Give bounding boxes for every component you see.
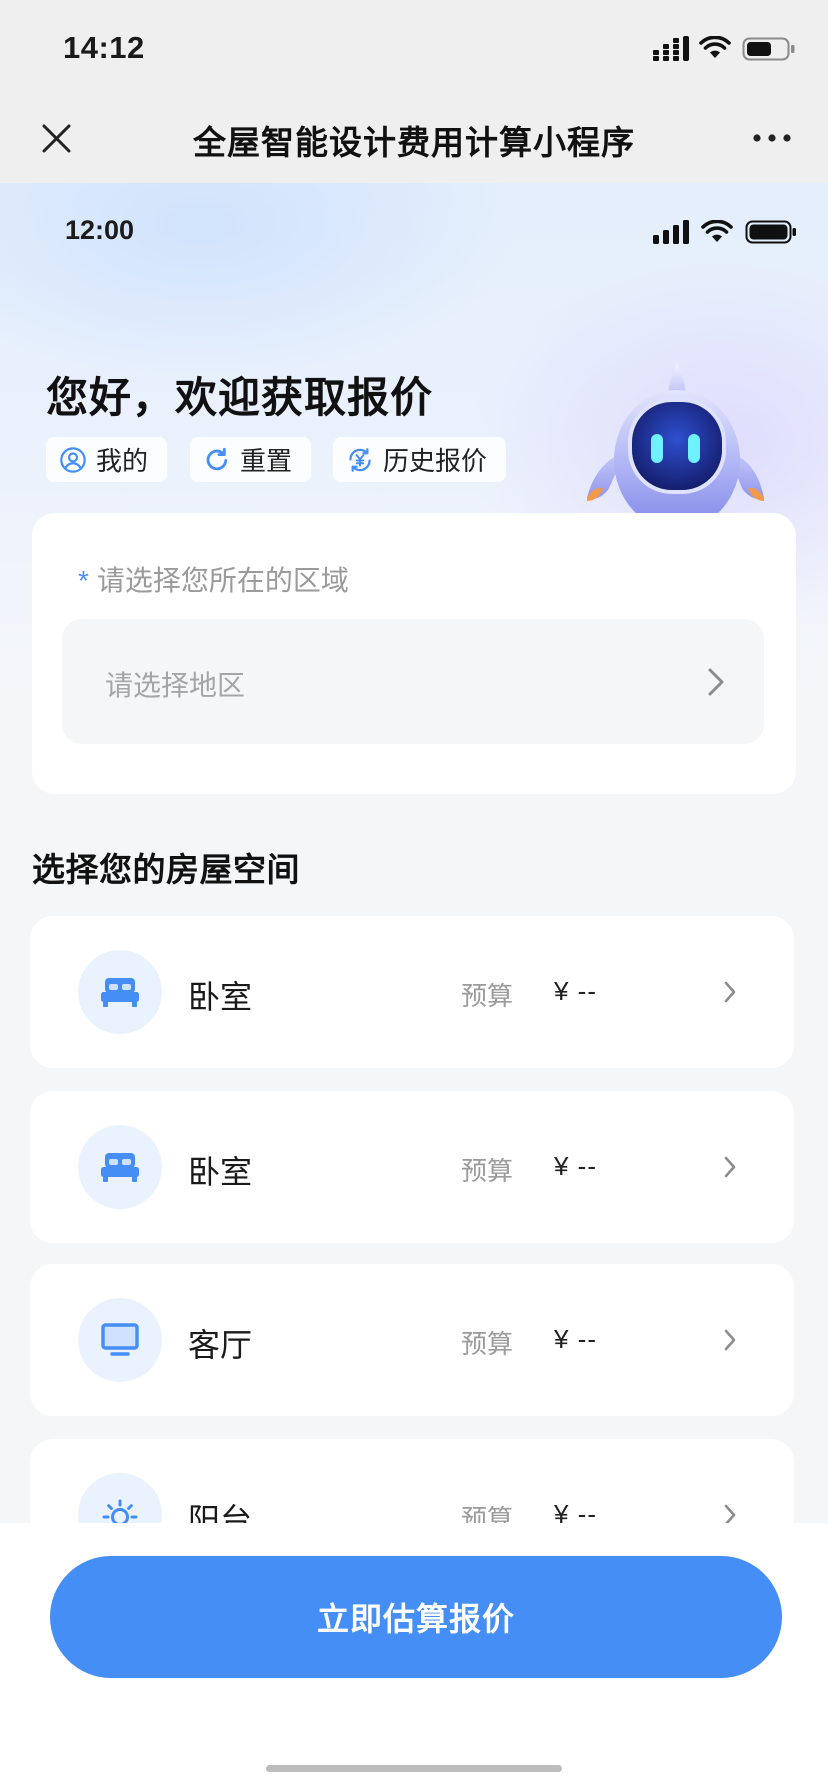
room-name: 客厅 bbox=[188, 1327, 253, 1363]
robot-mascot-icon bbox=[587, 363, 764, 520]
region-card: * 请选择您所在的区域 请选择地区 bbox=[32, 513, 796, 794]
region-select-placeholder: 请选择地区 bbox=[105, 670, 246, 701]
room-budget-value: ¥ -- bbox=[554, 1324, 597, 1354]
greeting-heading: 您好，欢迎获取报价 bbox=[46, 374, 434, 421]
chevron-right-icon bbox=[724, 981, 736, 1003]
room-icon-circle bbox=[78, 1298, 162, 1382]
system-status-bar: 14:12 bbox=[0, 0, 828, 91]
user-icon bbox=[60, 446, 86, 473]
region-select[interactable]: 请选择地区 bbox=[62, 619, 764, 744]
app-battery-icon bbox=[745, 220, 796, 244]
estimate-quote-button[interactable]: 立即估算报价 bbox=[50, 1556, 782, 1678]
my-button-label: 我的 bbox=[96, 446, 149, 476]
room-budget-label: 预算 bbox=[461, 981, 514, 1011]
price-history-button[interactable]: 历史报价 bbox=[333, 437, 506, 482]
room-budget-label: 预算 bbox=[461, 1156, 514, 1186]
refresh-icon bbox=[206, 447, 228, 470]
page-title: 全屋智能设计费用计算小程序 bbox=[193, 124, 635, 161]
status-time: 14:12 bbox=[63, 30, 145, 65]
room-name: 卧室 bbox=[188, 1154, 253, 1190]
room-icon-circle bbox=[78, 1125, 162, 1209]
app-wifi-icon bbox=[701, 220, 733, 242]
bottom-action-bar: 立即估算报价 bbox=[0, 1523, 828, 1792]
chevron-right-icon bbox=[708, 668, 724, 696]
chevron-right-icon bbox=[724, 1156, 736, 1178]
my-button[interactable]: 我的 bbox=[46, 437, 167, 482]
region-label: * 请选择您所在的区域 bbox=[78, 559, 349, 599]
mini-program-nav-bar: 全屋智能设计费用计算小程序 bbox=[0, 91, 828, 183]
reset-button-label: 重置 bbox=[240, 446, 293, 476]
spaces-section-title: 选择您的房屋空间 bbox=[32, 851, 300, 888]
room-icon-circle bbox=[78, 950, 162, 1034]
app-cellular-signal-icon bbox=[653, 220, 689, 244]
room-item-bedroom-1[interactable]: 卧室 预算 ¥ -- bbox=[30, 916, 794, 1068]
room-item-living-room[interactable]: 客厅 预算 ¥ -- bbox=[30, 1264, 794, 1416]
reset-button[interactable]: 重置 bbox=[190, 437, 311, 482]
room-budget-label: 预算 bbox=[461, 1329, 514, 1359]
price-history-icon bbox=[349, 447, 371, 472]
price-history-button-label: 历史报价 bbox=[383, 446, 488, 476]
bed-icon bbox=[101, 978, 139, 1007]
app-content: 12:00 您好，欢迎获取报价 我的 重置 历史报价 * 请选择您所在的区域 请… bbox=[0, 183, 828, 1792]
chevron-right-icon bbox=[724, 1329, 736, 1351]
wifi-icon bbox=[699, 36, 731, 58]
tv-icon bbox=[101, 1323, 139, 1356]
room-item-bedroom-2[interactable]: 卧室 预算 ¥ -- bbox=[30, 1091, 794, 1243]
required-mark: * bbox=[78, 565, 89, 596]
battery-icon bbox=[742, 37, 795, 61]
cellular-signal-icon bbox=[653, 36, 689, 61]
bed-icon bbox=[101, 1153, 139, 1182]
more-icon[interactable] bbox=[752, 133, 792, 143]
region-label-text: 请选择您所在的区域 bbox=[96, 565, 349, 596]
room-name: 卧室 bbox=[188, 979, 253, 1015]
room-budget-value: ¥ -- bbox=[554, 1151, 597, 1181]
home-indicator[interactable] bbox=[266, 1765, 562, 1772]
app-status-time: 12:00 bbox=[65, 215, 135, 245]
room-budget-value: ¥ -- bbox=[554, 976, 597, 1006]
